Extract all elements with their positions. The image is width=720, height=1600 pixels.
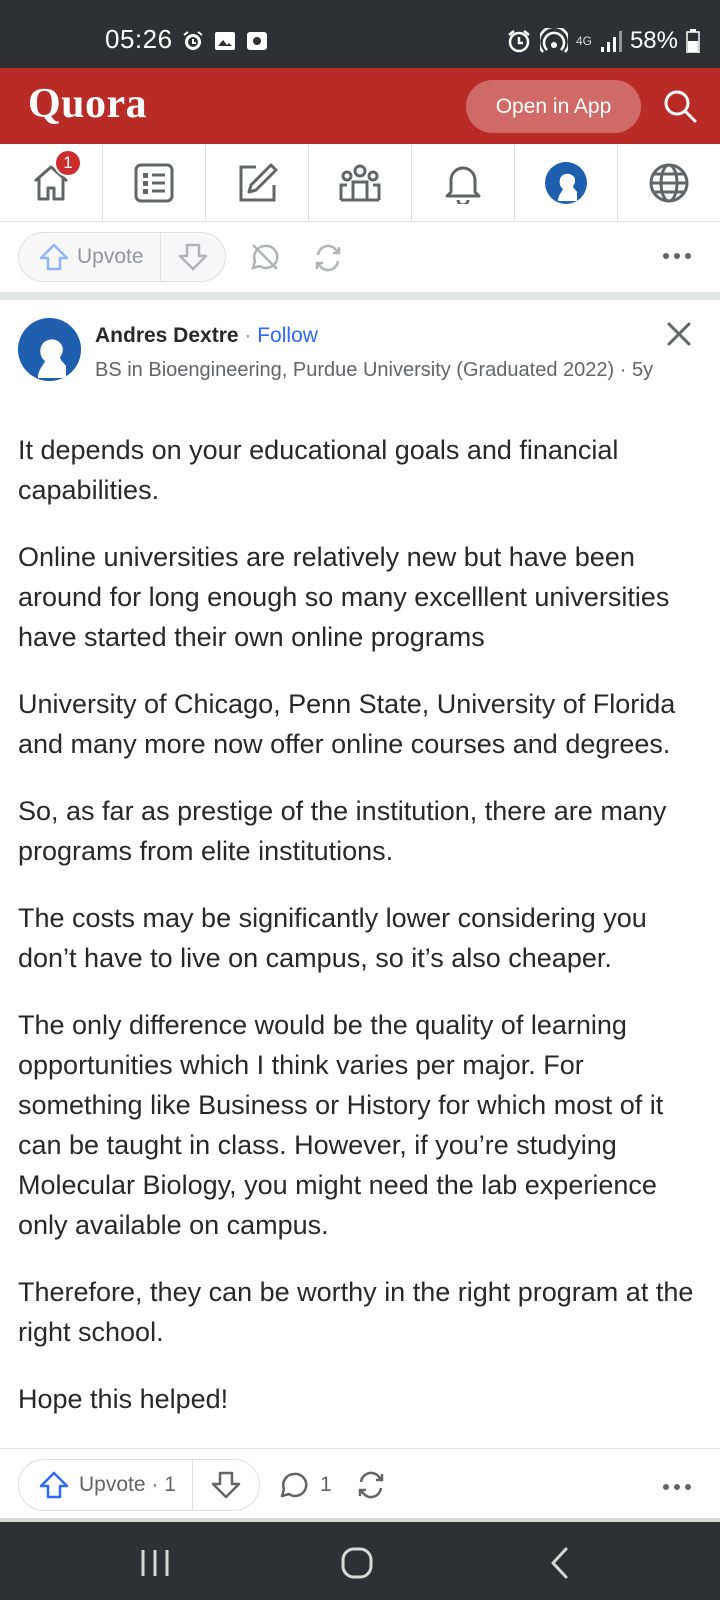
system-navigation-bar bbox=[0, 1518, 720, 1600]
downvote-button[interactable] bbox=[193, 1460, 259, 1510]
share-icon[interactable] bbox=[355, 1469, 387, 1501]
answer-paragraph: Online universities are relatively new b… bbox=[18, 542, 670, 652]
open-in-app-button[interactable]: Open in App bbox=[466, 80, 641, 133]
hotspot-icon bbox=[539, 28, 568, 53]
spaces-icon bbox=[339, 164, 381, 201]
gallery-icon bbox=[215, 32, 235, 50]
nav-tabs: 1 bbox=[0, 144, 720, 222]
answer-paragraph: The only difference would be the quality… bbox=[18, 1010, 664, 1240]
network-type: 4G bbox=[575, 34, 592, 48]
profile-icon bbox=[545, 161, 587, 204]
downvote-button[interactable] bbox=[161, 233, 225, 281]
author-name[interactable]: Andres Dextre bbox=[95, 324, 239, 347]
app-header: Quora Open in App bbox=[0, 68, 720, 144]
tab-spaces[interactable] bbox=[309, 144, 412, 221]
author-line: Andres Dextre · Follow bbox=[95, 322, 318, 350]
screen-record-icon bbox=[247, 32, 267, 50]
more-options-icon[interactable] bbox=[662, 252, 692, 260]
comment-count: 1 bbox=[320, 1473, 332, 1496]
tab-notifications[interactable] bbox=[412, 144, 515, 221]
answer-actions: Upvote · 1 1 bbox=[0, 1448, 720, 1518]
upvote-button[interactable]: Upvote · 1 bbox=[19, 1460, 193, 1510]
answer-body: It depends on your educational goals and… bbox=[18, 430, 708, 1450]
comment-icon bbox=[280, 1472, 308, 1498]
feed-divider bbox=[0, 292, 720, 300]
signal-icon bbox=[600, 31, 622, 52]
back-icon[interactable] bbox=[548, 1546, 570, 1580]
answer-paragraph: The costs may be significantly lower con… bbox=[18, 903, 647, 973]
comment-off-icon[interactable] bbox=[250, 242, 280, 272]
answer-paragraph: Hope this helped! bbox=[18, 1384, 229, 1414]
separator-dot: · bbox=[238, 324, 258, 347]
avatar-silhouette-icon bbox=[18, 318, 81, 381]
globe-icon bbox=[649, 163, 689, 202]
answer-paragraph: So, as far as prestige of the institutio… bbox=[18, 796, 667, 866]
upvote-arrow-icon bbox=[39, 1471, 69, 1499]
author-credential: BS in Bioengineering, Purdue University … bbox=[95, 359, 654, 381]
home-button-icon[interactable] bbox=[340, 1546, 374, 1580]
list-icon bbox=[134, 163, 174, 202]
tab-following[interactable] bbox=[103, 144, 206, 221]
upvote-label: Upvote bbox=[77, 245, 144, 268]
tab-home[interactable]: 1 bbox=[0, 144, 103, 221]
vote-group: Upvote · 1 bbox=[18, 1459, 260, 1511]
upvote-arrow-icon bbox=[39, 243, 69, 271]
battery-icon bbox=[686, 29, 700, 53]
comment-button[interactable]: 1 bbox=[280, 1471, 332, 1499]
vote-group: Upvote bbox=[18, 232, 226, 282]
battery-percent: 58% bbox=[629, 27, 678, 54]
status-notification-icons bbox=[182, 30, 268, 52]
share-icon[interactable] bbox=[312, 242, 344, 274]
quora-logo[interactable]: Quora bbox=[28, 80, 147, 128]
answer-paragraph: It depends on your educational goals and… bbox=[18, 435, 619, 505]
more-options-icon[interactable] bbox=[662, 1483, 692, 1491]
alarm-icon bbox=[183, 31, 203, 50]
status-time: 05:26 bbox=[105, 24, 173, 54]
recent-apps-icon[interactable] bbox=[138, 1548, 172, 1578]
edit-icon bbox=[239, 163, 278, 201]
search-icon[interactable] bbox=[662, 88, 698, 124]
bell-icon bbox=[445, 166, 481, 204]
upvote-label: Upvote · 1 bbox=[79, 1473, 176, 1496]
tab-profile[interactable] bbox=[515, 144, 618, 221]
answer-paragraph: University of Chicago, Penn State, Unive… bbox=[18, 689, 676, 759]
status-bar: 05:26 4G 58% bbox=[0, 0, 720, 68]
downvote-arrow-icon bbox=[211, 1471, 241, 1499]
follow-button[interactable]: Follow bbox=[257, 324, 318, 347]
downvote-arrow-icon bbox=[178, 243, 207, 271]
answer-paragraph: Therefore, they can be worthy in the rig… bbox=[18, 1277, 694, 1347]
alarm-icon bbox=[508, 30, 530, 53]
close-icon[interactable] bbox=[665, 320, 693, 348]
tab-answer[interactable] bbox=[206, 144, 309, 221]
notification-badge: 1 bbox=[54, 149, 82, 177]
upvote-button[interactable]: Upvote bbox=[19, 233, 161, 281]
author-avatar[interactable] bbox=[18, 318, 81, 381]
status-system-icons: 4G 58% bbox=[506, 26, 700, 56]
previous-answer-actions: Upvote bbox=[0, 224, 720, 292]
tab-languages[interactable] bbox=[618, 144, 720, 221]
